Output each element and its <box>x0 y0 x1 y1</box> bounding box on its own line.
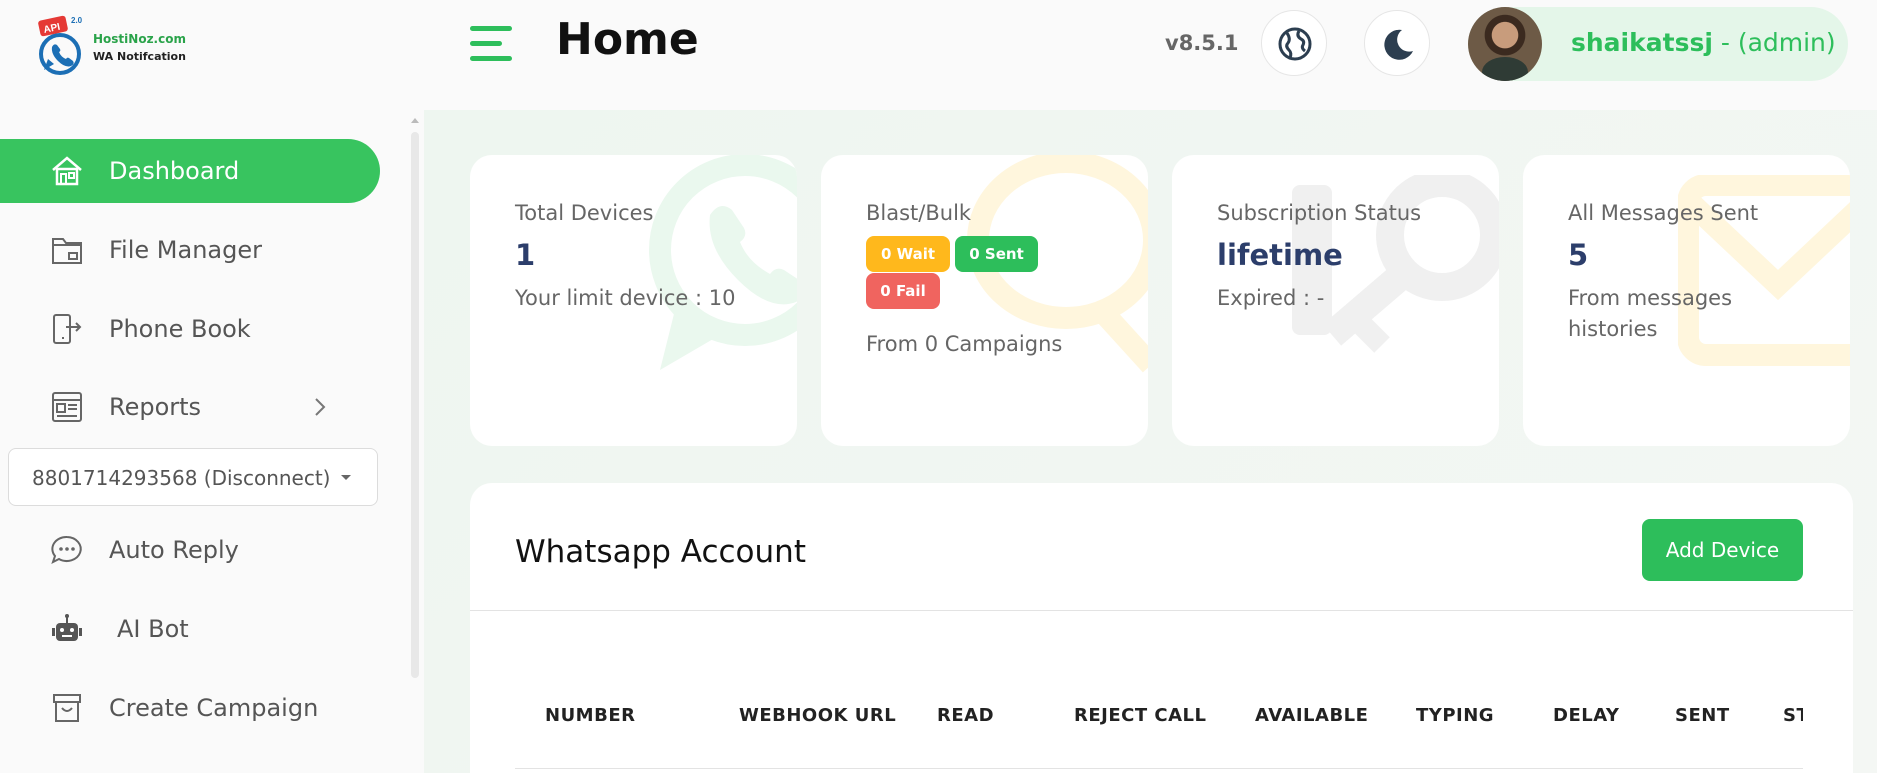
sidebar-item-label: Phone Book <box>109 315 251 343</box>
user-menu[interactable]: shaikatssj - (admin) <box>1468 7 1848 81</box>
folder-icon <box>52 238 82 264</box>
column-header-delay[interactable]: DELAY <box>1553 705 1619 726</box>
sidebar-scrollbar[interactable] <box>411 132 419 678</box>
chevron-right-icon <box>315 398 326 416</box>
menu-icon-bar <box>470 26 512 31</box>
card-label: Subscription Status <box>1217 201 1422 225</box>
menu-icon-bar <box>470 41 502 46</box>
user-name-text: shaikatssj <box>1571 28 1713 57</box>
scroll-up-arrow-icon[interactable] <box>411 118 419 123</box>
column-header-available[interactable]: AVAILABLE <box>1255 705 1368 726</box>
column-header-read[interactable]: READ <box>937 705 994 726</box>
language-button[interactable] <box>1261 10 1327 76</box>
sidebar: Dashboard File Manager Phone Book Report… <box>0 110 424 773</box>
card-value: lifetime <box>1217 238 1343 272</box>
sent-badge: 0 Sent <box>955 236 1038 272</box>
devices-table: NUMBER WEBHOOK URL READ REJECT CALL AVAI… <box>470 483 1803 773</box>
campaign-box-icon <box>53 694 81 722</box>
total-devices-card: Total Devices 1 Your limit device : 10 <box>470 155 797 446</box>
wait-badge: 0 Wait <box>866 236 950 272</box>
card-value: 5 <box>1568 238 1589 272</box>
card-label: Blast/Bulk <box>866 201 972 225</box>
card-value: 1 <box>515 238 536 272</box>
svg-text:2.0: 2.0 <box>71 16 83 25</box>
page-title: Home <box>556 14 699 65</box>
blast-bulk-card: Blast/Bulk 0 Wait 0 Sent 0 Fail From 0 C… <box>821 155 1148 446</box>
moon-icon <box>1384 29 1413 60</box>
device-select-value: 8801714293568 (Disconnect) <box>32 466 331 490</box>
card-subtext: Expired : - <box>1217 286 1325 310</box>
sidebar-item-reports[interactable]: Reports <box>0 375 380 439</box>
robot-icon <box>52 614 82 641</box>
brand-logo[interactable]: API 2.0 HostiNoz.com WA Notifcation <box>36 14 206 78</box>
globe-icon <box>1278 27 1312 61</box>
home-icon <box>52 156 82 186</box>
top-header: API 2.0 HostiNoz.com WA Notifcation Home… <box>0 0 1877 110</box>
main-content: Total Devices 1 Your limit device : 10 B… <box>424 110 1877 773</box>
sidebar-item-label: Create Campaign <box>109 694 319 722</box>
card-subtext: From 0 Campaigns <box>866 332 1063 356</box>
chat-bubble-icon <box>51 535 82 564</box>
card-label: All Messages Sent <box>1568 201 1759 225</box>
card-subtext: Your limit device : 10 <box>515 286 736 310</box>
sidebar-item-phone-book[interactable]: Phone Book <box>0 297 380 361</box>
sidebar-item-ai-bot[interactable]: AI Bot <box>0 597 380 661</box>
column-header-number[interactable]: NUMBER <box>545 705 635 726</box>
column-header-reject-call[interactable]: REJECT CALL <box>1074 705 1206 726</box>
sidebar-item-label: AI Bot <box>117 615 189 643</box>
sidebar-item-dashboard[interactable]: Dashboard <box>0 139 380 203</box>
sidebar-item-label: Reports <box>109 393 202 421</box>
all-messages-sent-card: All Messages Sent 5 From messages histor… <box>1523 155 1850 446</box>
report-icon <box>52 392 82 422</box>
sidebar-item-create-campaign[interactable]: Create Campaign <box>0 676 380 740</box>
theme-toggle-button[interactable] <box>1364 10 1430 76</box>
sidebar-item-label: Auto Reply <box>109 536 239 564</box>
column-header-typing[interactable]: TYPING <box>1416 705 1494 726</box>
sidebar-item-label: Dashboard <box>109 157 240 185</box>
table-header-divider <box>515 768 1803 769</box>
sidebar-item-file-manager[interactable]: File Manager <box>0 218 380 282</box>
user-name: shaikatssj - (admin) <box>1571 28 1836 57</box>
whatsapp-icon <box>649 155 797 370</box>
whatsapp-logo-icon: API 2.0 <box>38 15 83 75</box>
app-version: v8.5.1 <box>1165 31 1239 55</box>
sidebar-item-auto-reply[interactable]: Auto Reply <box>0 518 380 582</box>
avatar <box>1468 7 1542 81</box>
column-header-sent[interactable]: SENT <box>1675 705 1730 726</box>
logo-line-2: WA Notifcation <box>93 50 186 63</box>
logo-line-1: HostiNoz.com <box>93 32 186 46</box>
column-header-status[interactable]: ST <box>1783 705 1803 726</box>
card-subtext: From messages histories <box>1568 286 1733 341</box>
menu-icon-bar <box>470 56 512 61</box>
user-role: - (admin) <box>1712 28 1836 57</box>
sidebar-item-label: File Manager <box>109 236 262 264</box>
device-select[interactable]: 8801714293568 (Disconnect) <box>8 448 378 506</box>
column-header-webhook-url[interactable]: WEBHOOK URL <box>739 705 896 726</box>
fail-badge: 0 Fail <box>866 273 940 309</box>
caret-down-icon <box>341 475 351 480</box>
subscription-status-card: Subscription Status lifetime Expired : - <box>1172 155 1499 446</box>
menu-toggle-button[interactable] <box>470 26 512 62</box>
whatsapp-account-panel: Whatsapp Account Add Device NUMBER WEBHO… <box>470 483 1853 773</box>
card-label: Total Devices <box>515 201 654 225</box>
phone-book-icon <box>53 314 82 344</box>
